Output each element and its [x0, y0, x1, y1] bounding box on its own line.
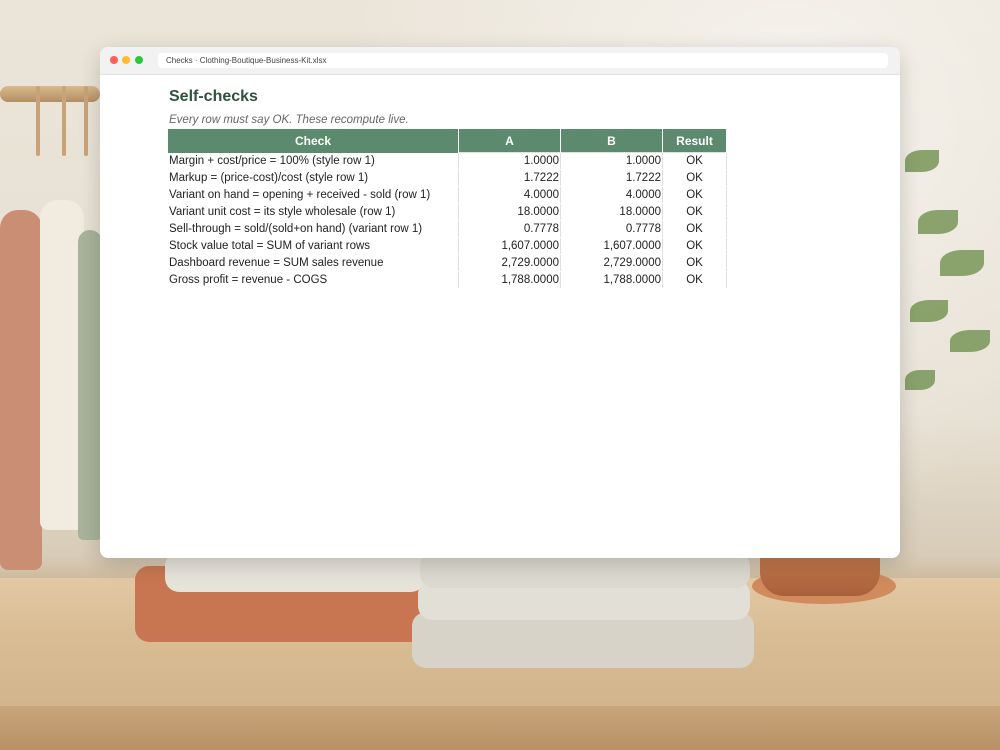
value-b-cell[interactable]: 1.0000	[560, 152, 663, 170]
check-cell[interactable]: Variant on hand = opening + received - s…	[168, 186, 459, 204]
knit-garment	[78, 230, 102, 540]
page-title: Self-checks	[169, 88, 258, 105]
leaf-icon	[905, 370, 935, 390]
leaf-icon	[940, 250, 984, 276]
value-b-cell[interactable]: 2,729.0000	[560, 254, 663, 272]
hanger-icon	[84, 86, 88, 156]
page-subtitle: Every row must say OK. These recompute l…	[169, 114, 409, 126]
value-a-cell[interactable]: 18.0000	[458, 203, 561, 221]
plant-pot	[760, 556, 880, 596]
check-cell[interactable]: Gross profit = revenue - COGS	[168, 271, 459, 289]
table-header-row: Check A B Result	[168, 129, 727, 153]
maximize-window-button[interactable]	[135, 56, 143, 64]
sheet-content: Self-checks Every row must say OK. These…	[100, 74, 900, 558]
value-a-cell[interactable]: 1,607.0000	[458, 237, 561, 255]
folded-sweater-grey-bottom	[412, 612, 754, 668]
minimize-window-button[interactable]	[122, 56, 130, 64]
window-titlebar: Checks · Clothing-Boutique-Business-Kit.…	[100, 47, 900, 75]
value-b-cell[interactable]: 1.7222	[560, 169, 663, 187]
address-bar[interactable]: Checks · Clothing-Boutique-Business-Kit.…	[158, 53, 888, 68]
result-cell[interactable]: OK	[662, 203, 727, 221]
value-b-cell[interactable]: 18.0000	[560, 203, 663, 221]
result-cell[interactable]: OK	[662, 186, 727, 204]
value-a-cell[interactable]: 0.7778	[458, 220, 561, 238]
result-cell[interactable]: OK	[662, 220, 727, 238]
column-header-a[interactable]: A	[458, 129, 561, 153]
check-cell[interactable]: Markup = (price-cost)/cost (style row 1)	[168, 169, 459, 187]
check-cell[interactable]: Stock value total = SUM of variant rows	[168, 237, 459, 255]
table-row: Margin + cost/price = 100% (style row 1)…	[168, 152, 727, 170]
check-cell[interactable]: Dashboard revenue = SUM sales revenue	[168, 254, 459, 272]
hanger-icon	[36, 86, 40, 156]
close-window-button[interactable]	[110, 56, 118, 64]
value-b-cell[interactable]: 1,607.0000	[560, 237, 663, 255]
column-header-check[interactable]: Check	[168, 129, 459, 153]
check-cell[interactable]: Sell-through = sold/(sold+on hand) (vari…	[168, 220, 459, 238]
check-cell[interactable]: Variant unit cost = its style wholesale …	[168, 203, 459, 221]
leaf-icon	[918, 210, 958, 234]
value-a-cell[interactable]: 1.7222	[458, 169, 561, 187]
hanger-icon	[62, 86, 66, 156]
sweater-garment	[0, 210, 42, 570]
column-header-b[interactable]: B	[560, 129, 663, 153]
result-cell[interactable]: OK	[662, 152, 727, 170]
value-b-cell[interactable]: 4.0000	[560, 186, 663, 204]
result-cell[interactable]: OK	[662, 254, 727, 272]
leaf-icon	[950, 330, 990, 352]
result-cell[interactable]: OK	[662, 271, 727, 289]
value-b-cell[interactable]: 1,788.0000	[560, 271, 663, 289]
table-edge	[0, 706, 1000, 750]
result-cell[interactable]: OK	[662, 169, 727, 187]
self-checks-table: Check A B Result Margin + cost/price = 1…	[168, 129, 727, 289]
table-row: Stock value total = SUM of variant rows …	[168, 237, 727, 255]
column-header-result[interactable]: Result	[662, 129, 727, 153]
folded-sweater-cream	[165, 552, 425, 592]
table-row: Gross profit = revenue - COGS 1,788.0000…	[168, 271, 727, 289]
table-row: Sell-through = sold/(sold+on hand) (vari…	[168, 220, 727, 238]
table-row: Dashboard revenue = SUM sales revenue 2,…	[168, 254, 727, 272]
value-a-cell[interactable]: 1.0000	[458, 152, 561, 170]
table-row: Variant on hand = opening + received - s…	[168, 186, 727, 204]
table-row: Variant unit cost = its style wholesale …	[168, 203, 727, 221]
background-scene: Checks · Clothing-Boutique-Business-Kit.…	[0, 0, 1000, 750]
value-b-cell[interactable]: 0.7778	[560, 220, 663, 238]
check-cell[interactable]: Margin + cost/price = 100% (style row 1)	[168, 152, 459, 170]
result-cell[interactable]: OK	[662, 237, 727, 255]
leaf-icon	[905, 150, 939, 172]
leaf-icon	[910, 300, 948, 322]
table-row: Markup = (price-cost)/cost (style row 1)…	[168, 169, 727, 187]
value-a-cell[interactable]: 2,729.0000	[458, 254, 561, 272]
value-a-cell[interactable]: 1,788.0000	[458, 271, 561, 289]
spreadsheet-window: Checks · Clothing-Boutique-Business-Kit.…	[100, 47, 900, 558]
value-a-cell[interactable]: 4.0000	[458, 186, 561, 204]
